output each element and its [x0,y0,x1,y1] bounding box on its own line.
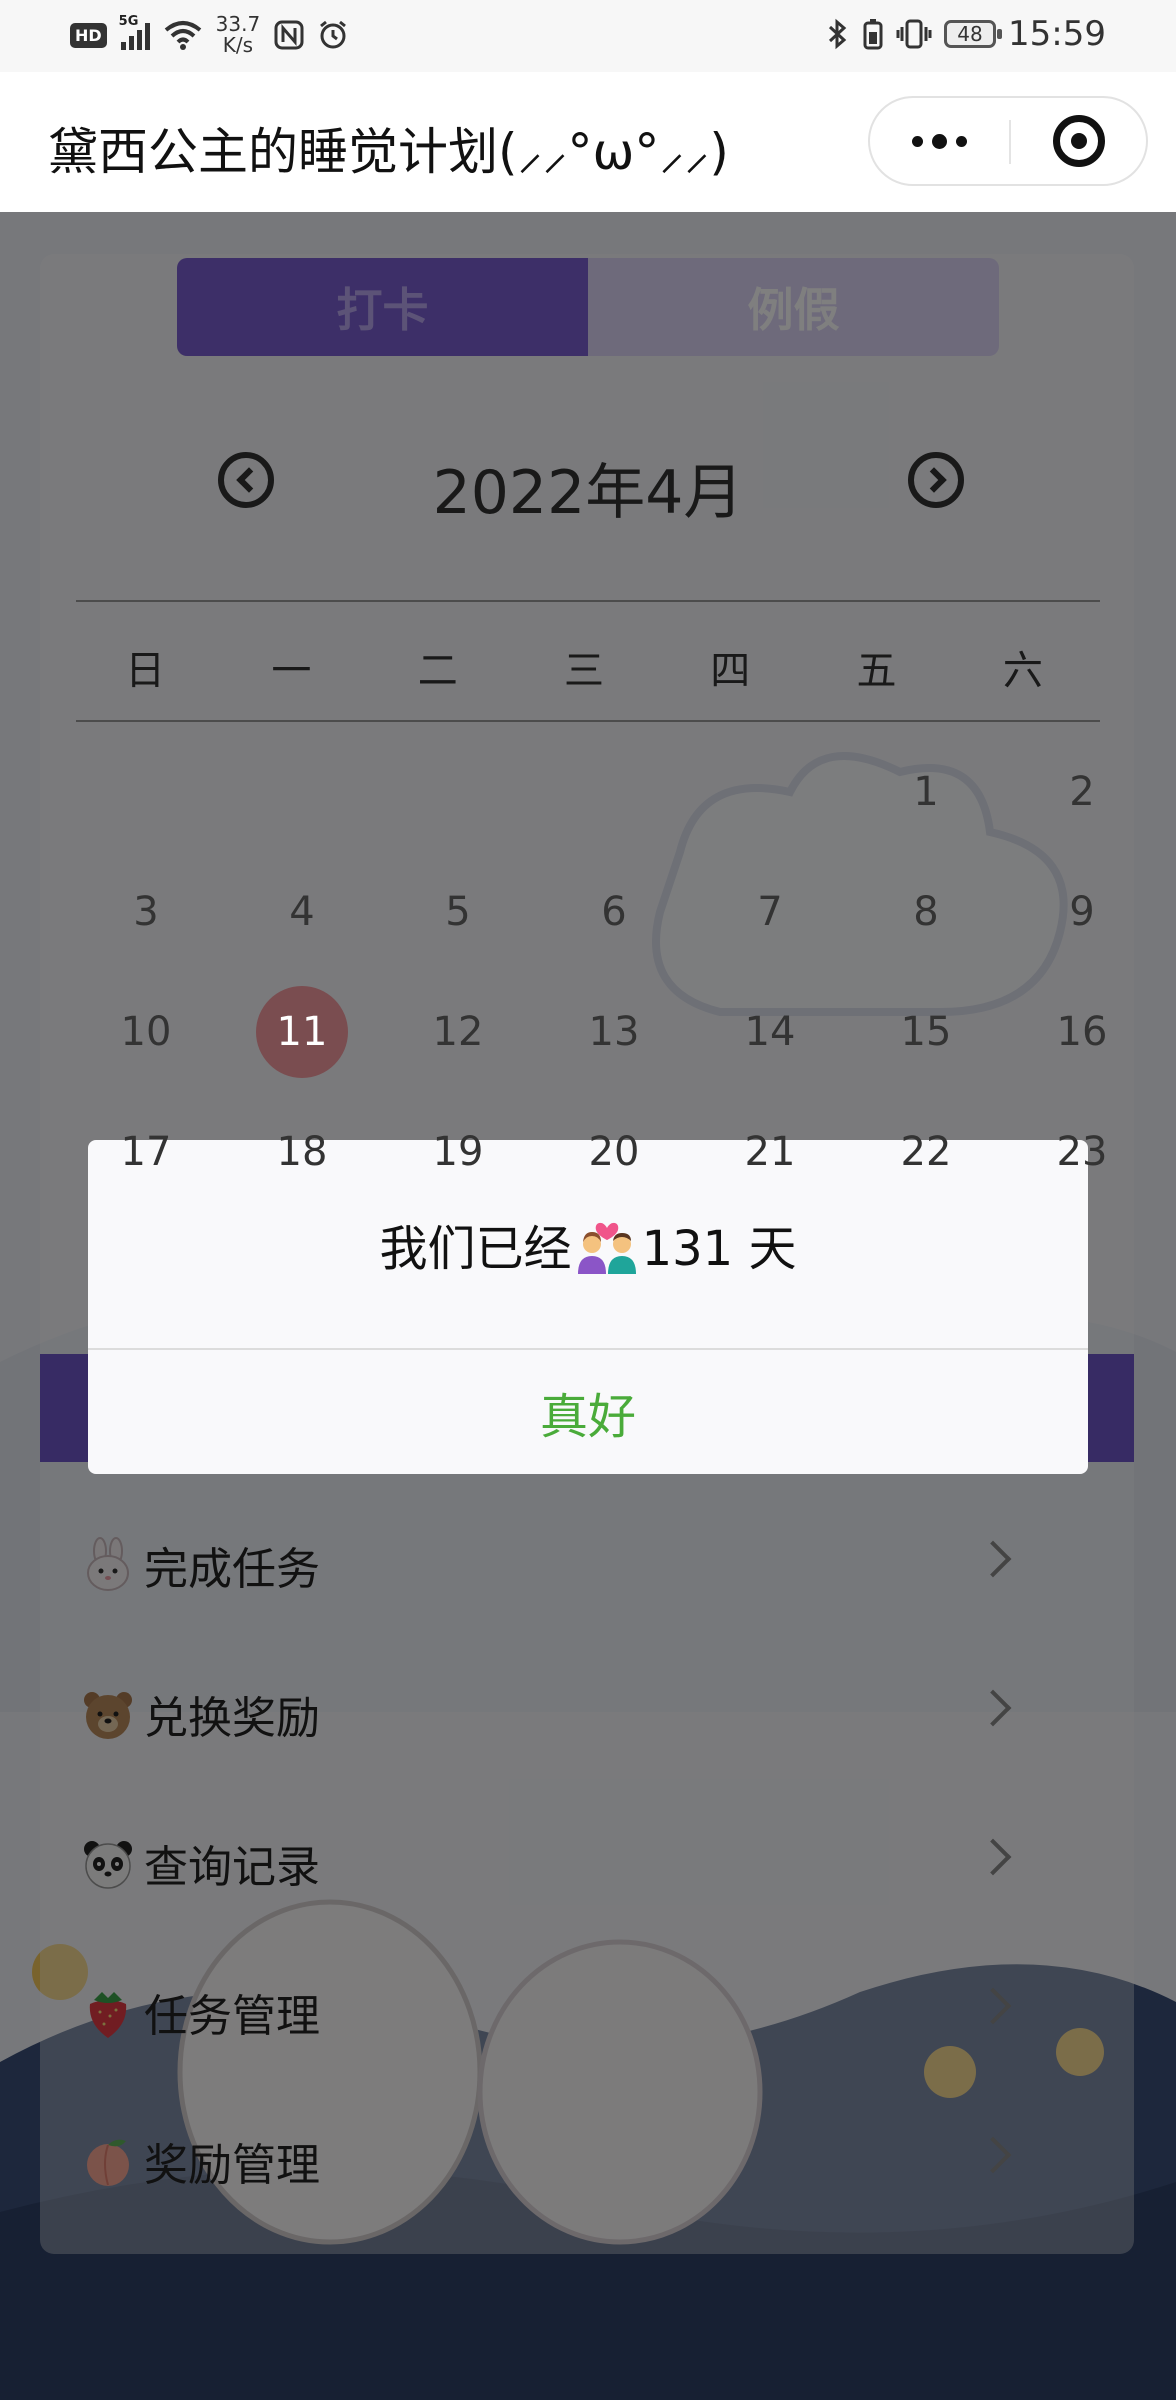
more-dot-icon [955,135,967,147]
calendar-day-number: 4 [289,889,315,935]
capsule-divider [1009,120,1011,164]
calendar-day-number: 21 [744,1129,796,1175]
calendar-day-number: 12 [432,1009,484,1055]
calendar-day-number: 18 [276,1129,328,1175]
calendar-day-number: 11 [276,1009,328,1055]
calendar-day-number: 17 [120,1129,172,1175]
dialog-message-suffix: 131 天 [641,1221,797,1277]
mini-program-navbar: 黛西公主的睡觉计划(⸝⸝°ω°⸝⸝) [0,72,1176,212]
capsule-menu [868,96,1148,186]
more-dot-icon [931,133,947,149]
speed-value: 33.7 [215,12,261,36]
battery-saver-icon [863,19,883,50]
calendar-day-number: 8 [913,889,939,935]
network-type: 5G [118,14,139,29]
battery-icon: 48 [944,20,1003,48]
vibrate-icon [896,19,932,49]
nfc-icon [274,20,304,50]
alarm-icon [320,20,347,49]
clock: 15:59 [1008,14,1106,54]
calendar-day-number: 1 [913,769,939,815]
status-bar: HD 5G 33.7 K/s 48 15:59 [0,0,1176,72]
calendar-day-number: 15 [900,1009,952,1055]
days-together-dialog: 我们已经 131 天 真好 [88,1140,1088,1474]
speed-unit: K/s [222,33,254,57]
network-speed: 33.7 K/s [216,14,261,56]
hd-badge: HD [70,22,107,48]
calendar-day-number: 22 [900,1129,952,1175]
signal-icon: 5G [119,14,150,50]
page-title: 黛西公主的睡觉计划(⸝⸝°ω°⸝⸝) [48,123,729,181]
calendar-day-number: 5 [445,889,471,935]
calendar-day-number: 10 [120,1009,172,1055]
calendar-day-number: 6 [601,889,627,935]
calendar-day-number: 20 [588,1129,640,1175]
close-mini-program-button[interactable] [1053,115,1105,167]
calendar-day-number: 16 [1056,1009,1108,1055]
couple-with-heart-icon [577,1222,636,1274]
calendar-day-number: 9 [1069,889,1095,935]
wifi-icon [164,21,201,50]
calendar-day-number: 2 [1069,769,1095,815]
calendar-day-number: 3 [133,889,159,935]
more-dot-icon [911,135,923,147]
calendar-day-number: 23 [1056,1129,1108,1175]
bluetooth-icon [828,18,847,50]
dialog-message-prefix: 我们已经 [379,1221,572,1277]
confirm-button[interactable]: 真好 [88,1350,1088,1474]
calendar-day-number: 14 [744,1009,796,1055]
calendar-day-number: 19 [432,1129,484,1175]
more-button[interactable] [870,98,1008,184]
calendar-day-number: 7 [757,889,783,935]
calendar-day-number: 13 [588,1009,640,1055]
